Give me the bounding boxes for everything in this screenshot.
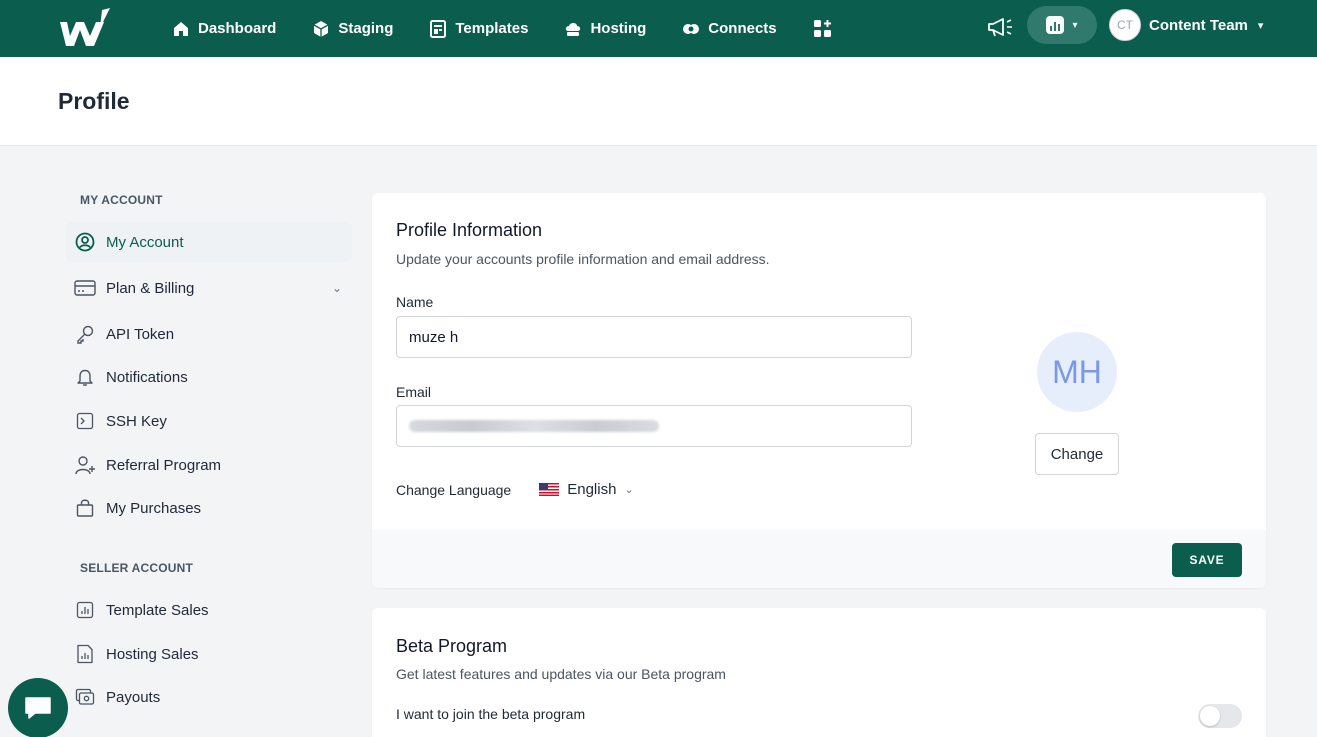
name-input[interactable]: muze h (396, 316, 912, 358)
chat-icon (25, 697, 51, 719)
user-plus-icon (74, 454, 96, 476)
nav-staging-label: Staging (338, 20, 394, 37)
user-avatar: CT (1109, 9, 1141, 41)
logo-icon[interactable] (56, 6, 116, 50)
nav-connects-label: Connects (708, 20, 777, 37)
name-label: Name (396, 294, 434, 310)
toggle-knob (1200, 706, 1220, 726)
sidebar-item-referral-program[interactable]: Referral Program (66, 445, 352, 485)
sidebar-item-label: Payouts (106, 688, 161, 706)
sidebar-item-label: Plan & Billing (106, 279, 195, 297)
chevron-down-icon: ⌄ (331, 281, 342, 295)
seller-account-heading: SELLER ACCOUNT (80, 561, 194, 575)
language-value: English (567, 481, 617, 498)
nav-dashboard[interactable]: Dashboard (172, 20, 276, 38)
save-button[interactable]: SAVE (1172, 543, 1242, 577)
sidebar-item-label: Notifications (106, 368, 188, 386)
sidebar-item-label: My Purchases (106, 499, 202, 517)
email-value-redacted (409, 420, 659, 432)
profile-avatar: MH (1037, 332, 1117, 412)
megaphone-icon[interactable] (986, 14, 1016, 40)
nav-templates-label: Templates (455, 20, 529, 37)
beta-toggle-label: I want to join the beta program (396, 706, 586, 722)
my-account-heading: MY ACCOUNT (80, 193, 163, 207)
bell-icon (74, 366, 96, 388)
chevron-down-icon: ▾ (1257, 19, 1264, 32)
stats-dropdown-button[interactable]: ▾ (1027, 6, 1097, 44)
nav-connects[interactable]: Connects (682, 20, 777, 38)
user-circle-icon (74, 231, 96, 253)
email-input[interactable] (396, 405, 912, 447)
sidebar-item-plan-billing[interactable]: Plan & Billing ⌄ (66, 268, 352, 308)
sidebar-item-my-account[interactable]: My Account (66, 222, 352, 262)
sidebar-item-label: Referral Program (106, 456, 222, 474)
sidebar-item-notifications[interactable]: Notifications (66, 357, 352, 397)
sidebar-item-label: Hosting Sales (106, 645, 199, 663)
top-navbar: Dashboard Staging Templates Hosting Conn… (0, 0, 1317, 57)
profile-card-title: Profile Information (396, 220, 543, 240)
us-flag-icon (539, 483, 560, 496)
sidebar-item-api-token[interactable]: API Token (66, 314, 352, 354)
terminal-icon (74, 410, 96, 432)
sidebar-item-label: API Token (106, 325, 175, 343)
language-label: Change Language (396, 481, 512, 498)
profile-card-footer: SAVE (372, 530, 1266, 588)
cloud-icon (566, 22, 581, 36)
name-input-value: muze h (409, 328, 459, 346)
profile-card-subtitle: Update your accounts profile information… (396, 251, 770, 267)
user-name: Content Team (1149, 16, 1248, 34)
chat-button[interactable] (8, 678, 68, 737)
beta-card-title: Beta Program (396, 636, 508, 656)
sidebar-item-label: SSH Key (106, 412, 167, 430)
beta-card-subtitle: Get latest features and updates via our … (396, 666, 726, 682)
apps-add-icon[interactable] (813, 19, 833, 39)
key-icon (74, 323, 96, 345)
change-avatar-button[interactable]: Change (1035, 433, 1119, 475)
language-select[interactable]: English ⌄ (539, 481, 634, 498)
nav-dashboard-label: Dashboard (198, 20, 277, 37)
user-menu[interactable]: CT Content Team ▾ (1109, 9, 1263, 41)
bar-chart-icon (1046, 16, 1065, 34)
nav-hosting-label: Hosting (590, 20, 647, 37)
templates-icon (430, 19, 447, 38)
sidebar-item-hosting-sales[interactable]: Hosting Sales (66, 634, 352, 674)
email-label: Email (396, 384, 432, 400)
chevron-down-icon: ▾ (1072, 19, 1078, 31)
nav-templates[interactable]: Templates (429, 19, 529, 38)
home-icon (174, 21, 188, 36)
file-chart-icon (74, 643, 96, 665)
language-row: Change Language English ⌄ (396, 481, 634, 498)
sidebar-item-label: My Account (106, 233, 184, 251)
shopping-bag-icon (74, 497, 96, 519)
chart-icon (74, 599, 96, 621)
credit-card-icon (74, 277, 96, 299)
connects-icon (683, 23, 700, 34)
sidebar-item-my-purchases[interactable]: My Purchases (66, 488, 352, 528)
beta-program-card: Beta Program Get latest features and upd… (372, 608, 1266, 737)
sidebar-item-label: Template Sales (106, 601, 209, 619)
cube-icon (314, 20, 329, 37)
sidebar-item-template-sales[interactable]: Template Sales (66, 590, 352, 630)
beta-program-toggle[interactable] (1198, 704, 1242, 728)
sidebar-item-payouts[interactable]: Payouts (66, 677, 352, 717)
page-header: Profile (0, 57, 1317, 146)
profile-information-card: Profile Information Update your accounts… (372, 193, 1266, 588)
nav-hosting[interactable]: Hosting (564, 20, 646, 38)
sidebar-item-ssh-key[interactable]: SSH Key (66, 401, 352, 441)
chevron-down-icon: ⌄ (624, 484, 634, 496)
payout-icon (74, 686, 96, 708)
page-title: Profile (58, 88, 130, 114)
nav-staging[interactable]: Staging (312, 20, 393, 38)
